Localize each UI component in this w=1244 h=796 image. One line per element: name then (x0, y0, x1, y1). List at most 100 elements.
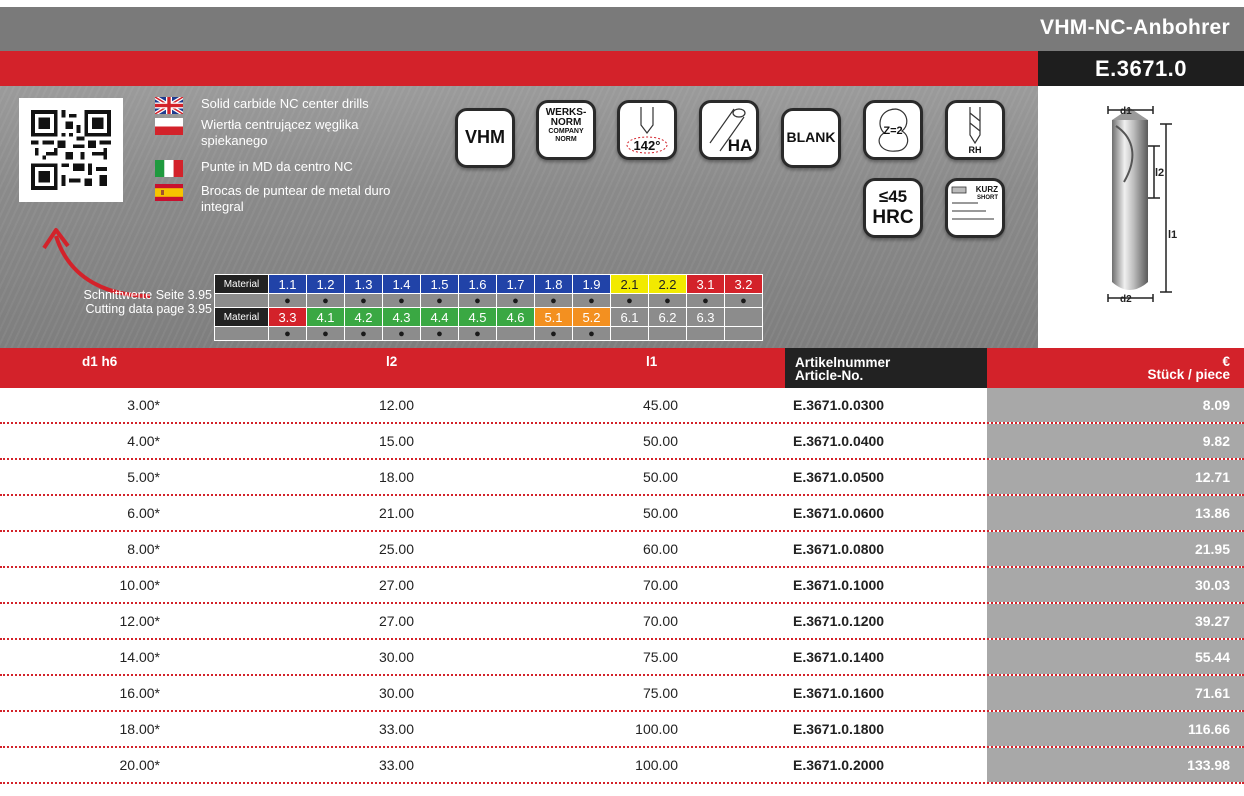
price-cell: 12.71 (987, 460, 1244, 494)
uk-flag-icon (155, 97, 183, 114)
material-label: Material (214, 307, 269, 327)
material-suitability-dot: ● (382, 293, 421, 308)
price-cell: 116.66 (987, 712, 1244, 746)
table-row: 14.00* 30.00 75.00 E.3671.0.1400 55.44 (0, 640, 1244, 676)
l2-cell: 33.00 (378, 757, 414, 773)
material-cell: 4.6 (496, 307, 535, 327)
product-code: E.3671.0 (1038, 51, 1244, 86)
material-suitability-dot: ● (648, 293, 687, 308)
material-cell: 1.8 (534, 274, 573, 294)
red-band (0, 51, 1038, 86)
material-cell: 1.2 (306, 274, 345, 294)
table-header: d1 h6 l2 l1 Artikelnummer Article-No. € … (0, 348, 1244, 388)
material-cell: 3.2 (724, 274, 763, 294)
description-it: Punte in MD da centro NC (155, 159, 405, 177)
price-cell: 30.03 (987, 568, 1244, 602)
product-info-panel: Solid carbide NC center drills Wiertła c… (0, 86, 1038, 348)
material-cell: 4.2 (344, 307, 383, 327)
material-cell: 4.5 (458, 307, 497, 327)
table-row: 10.00* 27.00 70.00 E.3671.0.1000 30.03 (0, 568, 1244, 604)
description-es: Brocas de puntear de metal duro integral (155, 183, 405, 215)
header-price: € Stück / piece (1147, 354, 1230, 382)
material-cell: 3.1 (686, 274, 725, 294)
price-table: 3.00* 12.00 45.00 E.3671.0.0300 8.09 4.00* 15.… (0, 388, 1244, 784)
d1-cell: 18.00* (119, 721, 160, 737)
price-cell: 13.86 (987, 496, 1244, 530)
d2-label: d2 (1120, 294, 1132, 305)
material-suitability-dot: ● (344, 326, 383, 341)
ha-shank-icon: HA (699, 100, 759, 160)
article-number-cell: E.3671.0.1400 (793, 649, 885, 665)
material-cell: 5.2 (572, 307, 611, 327)
l2-cell: 33.00 (378, 721, 414, 737)
article-number-cell: E.3671.0.1800 (793, 721, 885, 737)
material-suitability-dot: ● (306, 326, 345, 341)
material-suitability-dot: ● (306, 293, 345, 308)
d1-cell: 8.00* (127, 541, 160, 557)
point-angle-icon: 142° (617, 100, 677, 160)
header-article: Artikelnummer Article-No. (785, 348, 987, 388)
material-suitability-dot (724, 326, 763, 341)
price-cell: 39.27 (987, 604, 1244, 638)
price-cell: 8.09 (987, 388, 1244, 422)
l1-cell: 70.00 (642, 613, 678, 629)
l1-cell: 50.00 (642, 433, 678, 449)
l2-cell: 30.00 (378, 649, 414, 665)
spain-flag-icon (155, 184, 183, 201)
material-cell: 1.6 (458, 274, 497, 294)
material-suitability-dot: ● (572, 293, 611, 308)
d1-cell: 12.00* (119, 613, 160, 629)
article-number-cell: E.3671.0.0300 (793, 397, 885, 413)
material-cell: 4.3 (382, 307, 421, 327)
price-cell: 9.82 (987, 424, 1244, 458)
l1-cell: 60.00 (642, 541, 678, 557)
price-cell: 71.61 (987, 676, 1244, 710)
table-row: 3.00* 12.00 45.00 E.3671.0.0300 8.09 (0, 388, 1244, 424)
poland-flag-icon (155, 118, 183, 135)
l2-cell: 21.00 (378, 505, 414, 521)
short-length-icon: KURZ SHORT (945, 178, 1005, 238)
flutes-z2-icon: Z=2 (863, 100, 923, 160)
header-l1: l1 (646, 354, 658, 369)
material-cell: 3.3 (268, 307, 307, 327)
l2-cell: 30.00 (378, 685, 414, 701)
material-cell: 1.5 (420, 274, 459, 294)
table-row: 4.00* 15.00 50.00 E.3671.0.0400 9.82 (0, 424, 1244, 460)
material-cell: 1.4 (382, 274, 421, 294)
article-number-cell: E.3671.0.0600 (793, 505, 885, 521)
material-suitability-dot: ● (344, 293, 383, 308)
article-number-cell: E.3671.0.0400 (793, 433, 885, 449)
description-en: Solid carbide NC center drills (155, 96, 405, 114)
article-number-cell: E.3671.0.2000 (793, 757, 885, 773)
material-suitability-dot (496, 326, 535, 341)
article-number-cell: E.3671.0.1600 (793, 685, 885, 701)
material-cell: 1.3 (344, 274, 383, 294)
qr-code-icon[interactable] (19, 98, 123, 202)
header-l2: l2 (386, 354, 398, 369)
d1-cell: 4.00* (127, 433, 160, 449)
l2-cell: 15.00 (378, 433, 414, 449)
italy-flag-icon (155, 160, 183, 177)
cutting-data-reference[interactable]: Schnittwerte Seite 3.95 Cutting data pag… (20, 288, 212, 316)
drill-body (1112, 120, 1148, 290)
material-suitability-dot: ● (458, 326, 497, 341)
l1-cell: 75.00 (642, 685, 678, 701)
material-cell: 1.9 (572, 274, 611, 294)
material-cell: 1.1 (268, 274, 307, 294)
d1-cell: 5.00* (127, 469, 160, 485)
material-suitability-dot: ● (420, 293, 459, 308)
l1-cell: 50.00 (642, 469, 678, 485)
l2-cell: 12.00 (378, 397, 414, 413)
material-cell: 6.2 (648, 307, 687, 327)
material-cell: 1.7 (496, 274, 535, 294)
l1-cell: 100.00 (635, 757, 678, 773)
table-row: 20.00* 33.00 100.00 E.3671.0.2000 133.98 (0, 748, 1244, 784)
material-table: Material 1.1 1.2 1.3 1.4 1.5 1.6 1.7 1.8 1.9 2.1 2.… (214, 274, 763, 341)
material-suitability-dot: ● (268, 326, 307, 341)
l1-cell: 45.00 (642, 397, 678, 413)
vhm-icon: VHM (455, 108, 515, 168)
material-cell: 2.1 (610, 274, 649, 294)
d1-cell: 14.00* (119, 649, 160, 665)
material-suitability-dot: ● (686, 293, 725, 308)
d1-cell: 20.00* (119, 757, 160, 773)
